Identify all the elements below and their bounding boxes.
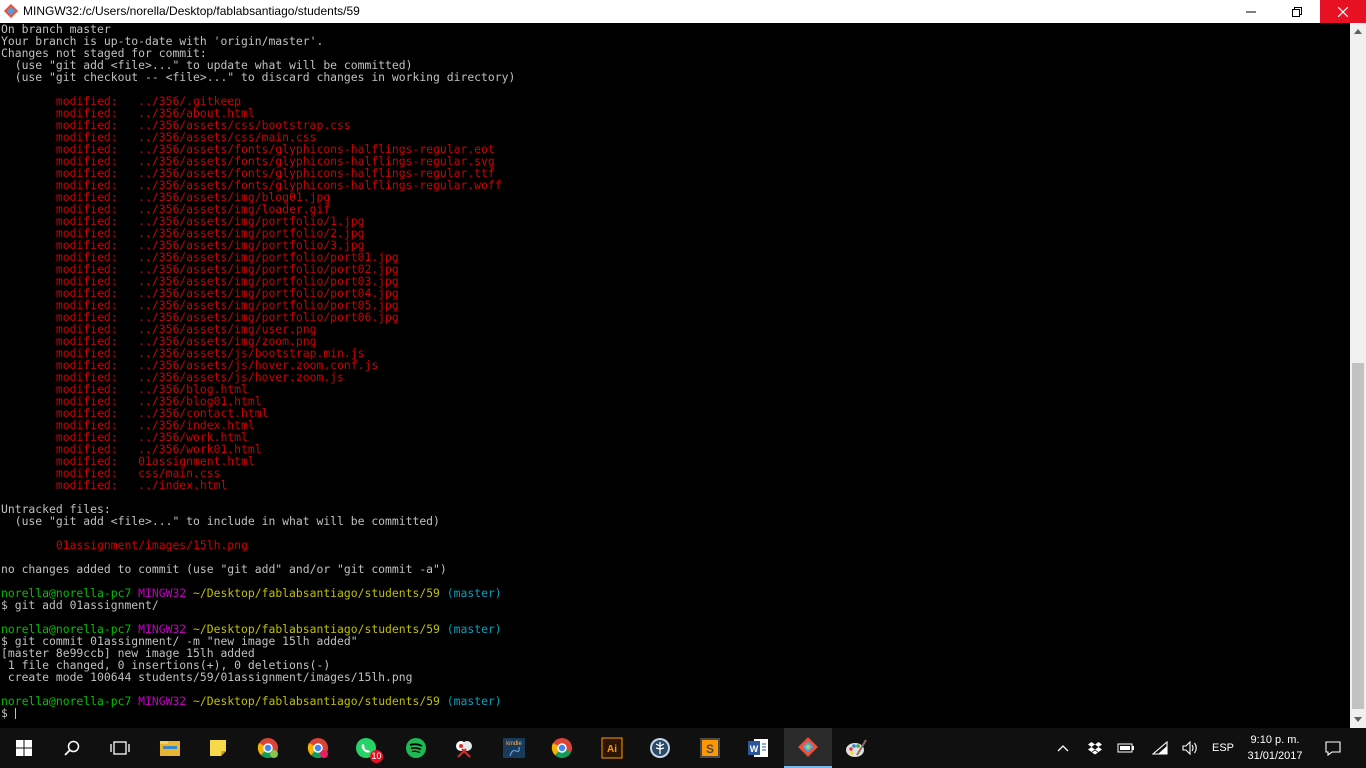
tray-volume[interactable] xyxy=(1178,728,1204,768)
snipping-tool-button[interactable] xyxy=(440,728,488,768)
text-cursor xyxy=(14,708,16,719)
illustrator-button[interactable]: Ai xyxy=(588,728,636,768)
word-button[interactable]: W xyxy=(734,728,782,768)
chrome-profile-button-1[interactable] xyxy=(244,728,292,768)
kindle-button[interactable]: kindle xyxy=(490,728,538,768)
terminal-text-segment: $ git add 01assignment/ xyxy=(1,598,159,612)
terminal-text-segment: modified: ../index.html xyxy=(1,478,228,492)
terminal-text-segment: no changes added to commit (use "git add… xyxy=(1,562,447,576)
tree-app-button[interactable] xyxy=(636,728,684,768)
sublime-text-icon: S xyxy=(700,738,720,758)
svg-text:Ai: Ai xyxy=(607,744,617,755)
word-icon: W xyxy=(748,739,768,757)
file-explorer-icon xyxy=(160,741,180,756)
spotify-button[interactable] xyxy=(392,728,440,768)
whatsapp-badge: 10 xyxy=(370,750,383,763)
terminal-line: create mode 100644 students/59/01assignm… xyxy=(1,670,413,684)
scroll-down-button[interactable] xyxy=(1350,711,1366,728)
dropbox-icon xyxy=(1088,742,1102,755)
terminal-line: 01assignment/images/15lh.png xyxy=(1,539,248,551)
chrome-button[interactable] xyxy=(538,728,586,768)
terminal-text-segment: MINGW32 xyxy=(138,694,194,708)
close-button[interactable] xyxy=(1320,0,1366,23)
search-button[interactable] xyxy=(48,728,96,768)
notification-icon xyxy=(1325,740,1341,756)
task-view-button[interactable] xyxy=(96,728,144,768)
language-indicator[interactable]: ESP xyxy=(1208,728,1238,768)
kindle-icon: kindle xyxy=(503,738,525,758)
terminal-line: $ git add 01assignment/ xyxy=(1,599,159,611)
whatsapp-button[interactable]: 10 xyxy=(342,728,390,768)
terminal-line: modified: ../index.html xyxy=(1,479,227,491)
terminal-text-segment: (master) xyxy=(439,622,502,636)
terminal-line: (use "git checkout -- <file>..." to disc… xyxy=(1,70,516,84)
sublime-text-button[interactable]: S xyxy=(686,728,734,768)
clock[interactable]: 9:10 p. m. 31/01/2017 xyxy=(1240,732,1310,764)
scroll-down-icon xyxy=(1354,717,1362,722)
terminal-text-segment: (use "git checkout -- <file>..." to disc… xyxy=(1,70,516,84)
tray-dropbox[interactable] xyxy=(1084,728,1106,768)
spotify-icon xyxy=(406,738,426,758)
tray-overflow-button[interactable] xyxy=(1052,728,1074,768)
scroll-up-button[interactable] xyxy=(1350,23,1366,40)
svg-text:S: S xyxy=(706,742,714,756)
close-icon xyxy=(1338,6,1348,17)
scroll-up-icon xyxy=(1354,29,1362,34)
terminal-text-segment: (master) xyxy=(439,586,502,600)
clock-time: 9:10 p. m. xyxy=(1250,734,1300,746)
prompt-line[interactable]: $ xyxy=(1,707,16,719)
file-explorer-button[interactable] xyxy=(146,728,194,768)
clock-date: 31/01/2017 xyxy=(1247,750,1303,762)
task-view-icon xyxy=(110,741,130,755)
terminal-line: (use "git add <file>..." to include in w… xyxy=(1,515,440,527)
terminal-text-segment: 01assignment/images/15lh.png xyxy=(1,538,248,552)
terminal-text-segment: ~/Desktop/fablabsantiago/students/59 xyxy=(193,586,440,600)
search-icon xyxy=(64,740,80,756)
volume-icon xyxy=(1182,741,1197,755)
terminal-text-segment: norella@norella-pc7 xyxy=(1,694,139,708)
illustrator-icon: Ai xyxy=(601,737,623,759)
restore-icon xyxy=(1292,6,1302,17)
terminal-text-segment: create mode 100644 students/59/01assignm… xyxy=(1,670,413,684)
sticky-notes-icon xyxy=(210,740,226,756)
terminal-output[interactable]: On branch master Your branch is up-to-dat… xyxy=(0,23,1350,728)
window-title: MINGW32:/c/Users/norella/Desktop/fablabs… xyxy=(23,4,360,18)
minimize-icon xyxy=(1246,11,1256,12)
chevron-up-icon xyxy=(1057,745,1069,752)
prompt-symbol: $ xyxy=(1,706,15,720)
tray-wifi[interactable] xyxy=(1148,728,1172,768)
git-bash-app-icon xyxy=(3,3,19,19)
chrome-icon xyxy=(551,738,572,758)
chrome-profile-icon xyxy=(257,738,278,758)
minimize-button[interactable] xyxy=(1228,0,1274,23)
terminal-text-segment: ~/Desktop/fablabsantiago/students/59 xyxy=(193,694,440,708)
terminal-text-segment: (master) xyxy=(439,694,502,708)
wifi-icon xyxy=(1152,741,1168,755)
chrome-profile-icon xyxy=(307,738,328,758)
battery-icon xyxy=(1117,743,1134,753)
tree-app-icon xyxy=(650,738,670,758)
notification-button[interactable] xyxy=(1318,728,1348,768)
window-titlebar[interactable]: MINGW32:/c/Users/norella/Desktop/fablabs… xyxy=(0,0,1366,23)
windows-start-icon xyxy=(16,740,32,756)
taskbar: 10 kindle Ai S W ESP 9:10 p. m. 31/01/20… xyxy=(0,728,1366,768)
start-button[interactable] xyxy=(0,728,48,768)
restore-button[interactable] xyxy=(1274,0,1320,23)
tray-battery[interactable] xyxy=(1114,728,1138,768)
terminal-text-segment: (use "git add <file>..." to include in w… xyxy=(1,514,440,528)
chrome-profile-button-2[interactable] xyxy=(294,728,342,768)
svg-text:kindle: kindle xyxy=(506,741,522,747)
paint-icon xyxy=(846,739,867,757)
git-bash-icon xyxy=(798,737,818,757)
scrollbar-thumb[interactable] xyxy=(1352,363,1364,709)
svg-text:W: W xyxy=(750,744,759,754)
sticky-notes-button[interactable] xyxy=(194,728,242,768)
snipping-tool-icon xyxy=(456,741,472,758)
terminal-line: norella@norella-pc7 MINGW32 ~/Desktop/fa… xyxy=(1,695,502,707)
terminal-line: no changes added to commit (use "git add… xyxy=(1,563,447,575)
paint-button[interactable] xyxy=(832,728,880,768)
terminal-scrollbar[interactable] xyxy=(1350,23,1366,728)
git-bash-button[interactable] xyxy=(784,728,832,768)
